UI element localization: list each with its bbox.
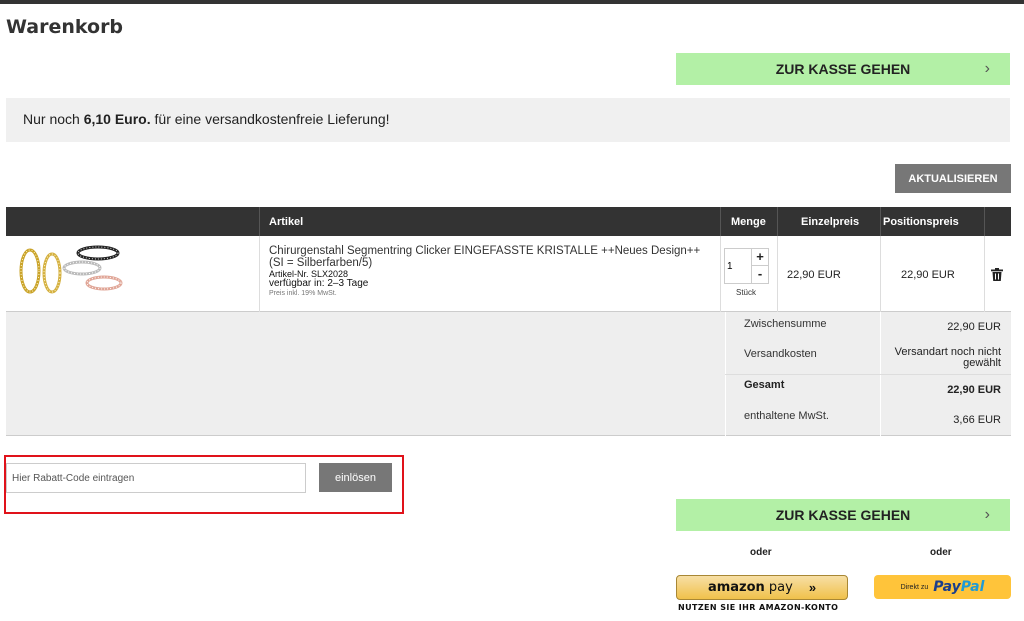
vat-value: 3,66 EUR <box>953 414 1001 426</box>
checkout-label: ZUR KASSE GEHEN <box>775 507 911 523</box>
product-description: Chirurgenstahl Segmentring Clicker EINGE… <box>269 245 709 298</box>
subtotal-value: 22,90 EUR <box>947 321 1001 333</box>
total-value: 22,90 EUR <box>947 384 1001 396</box>
page-title: Warenkorb <box>6 16 124 38</box>
product-title[interactable]: Chirurgenstahl Segmentring Clicker EINGE… <box>269 245 709 269</box>
shipping-label: Versandkosten <box>744 348 817 360</box>
table-row: Chirurgenstahl Segmentring Clicker EINGE… <box>6 236 1011 312</box>
top-bar <box>0 0 1024 4</box>
table-header: Artikel Menge Einzelpreis Positionspreis <box>6 207 1011 236</box>
checkout-label: ZUR KASSE GEHEN <box>775 61 911 77</box>
amazon-pay-button[interactable]: amazon pay » <box>676 575 848 600</box>
totals-section: Zwischensumme 22,90 EUR Versandkosten Ve… <box>6 312 1011 436</box>
or-label-paypal: oder <box>930 547 952 558</box>
update-cart-button[interactable]: AKTUALISIEREN <box>895 164 1011 193</box>
or-label-amazon: oder <box>750 547 772 558</box>
header-total-price: Positionspreis <box>883 216 959 228</box>
chevron-right-icon: › <box>984 506 990 523</box>
subtotal-label: Zwischensumme <box>744 318 827 330</box>
product-thumbnail-image[interactable] <box>16 243 126 299</box>
redeem-coupon-button[interactable]: einlösen <box>319 463 392 492</box>
coupon-code-input[interactable] <box>6 463 306 493</box>
line-price: 22,90 EUR <box>901 269 955 281</box>
paypal-logo: PayPal <box>933 579 985 595</box>
amazon-pay-caption: NUTZEN SIE IHR AMAZON-KONTO <box>678 603 839 612</box>
unit-price: 22,90 EUR <box>787 269 841 281</box>
quantity-unit: Stück <box>736 288 757 297</box>
quantity-input[interactable] <box>725 249 750 283</box>
notice-prefix: Nur noch <box>23 111 84 127</box>
shipping-value: Versandart noch nicht gewählt <box>894 346 1001 369</box>
paypal-button[interactable]: Direkt zu PayPal <box>874 575 1011 599</box>
paypal-prefix: Direkt zu <box>900 583 929 591</box>
chevron-right-icon: › <box>984 60 990 77</box>
amazon-pay-logo: amazon pay <box>707 580 793 595</box>
quantity-decrease-button[interactable]: - <box>751 266 768 283</box>
header-unit-price: Einzelpreis <box>801 216 860 228</box>
notice-amount: 6,10 Euro. <box>83 111 151 127</box>
free-shipping-notice: Nur noch 6,10 Euro. für eine versandkost… <box>6 98 1010 142</box>
quantity-increase-button[interactable]: + <box>751 249 768 266</box>
total-label: Gesamt <box>744 379 785 391</box>
trash-icon[interactable] <box>991 268 1003 281</box>
product-tax-note: Preis inkl. 19% MwSt. <box>269 290 337 297</box>
header-article: Artikel <box>269 216 304 228</box>
header-quantity: Menge <box>731 216 766 228</box>
notice-suffix: für eine versandkostenfreie Lieferung! <box>150 111 390 127</box>
double-chevron-icon: » <box>808 580 817 595</box>
checkout-button-bottom[interactable]: ZUR KASSE GEHEN › <box>676 499 1010 531</box>
checkout-button-top[interactable]: ZUR KASSE GEHEN › <box>676 53 1010 85</box>
product-availability: verfügbar in: 2–3 Tage <box>269 278 369 289</box>
quantity-stepper: + - <box>724 248 769 284</box>
vat-label: enthaltene MwSt. <box>744 410 829 422</box>
